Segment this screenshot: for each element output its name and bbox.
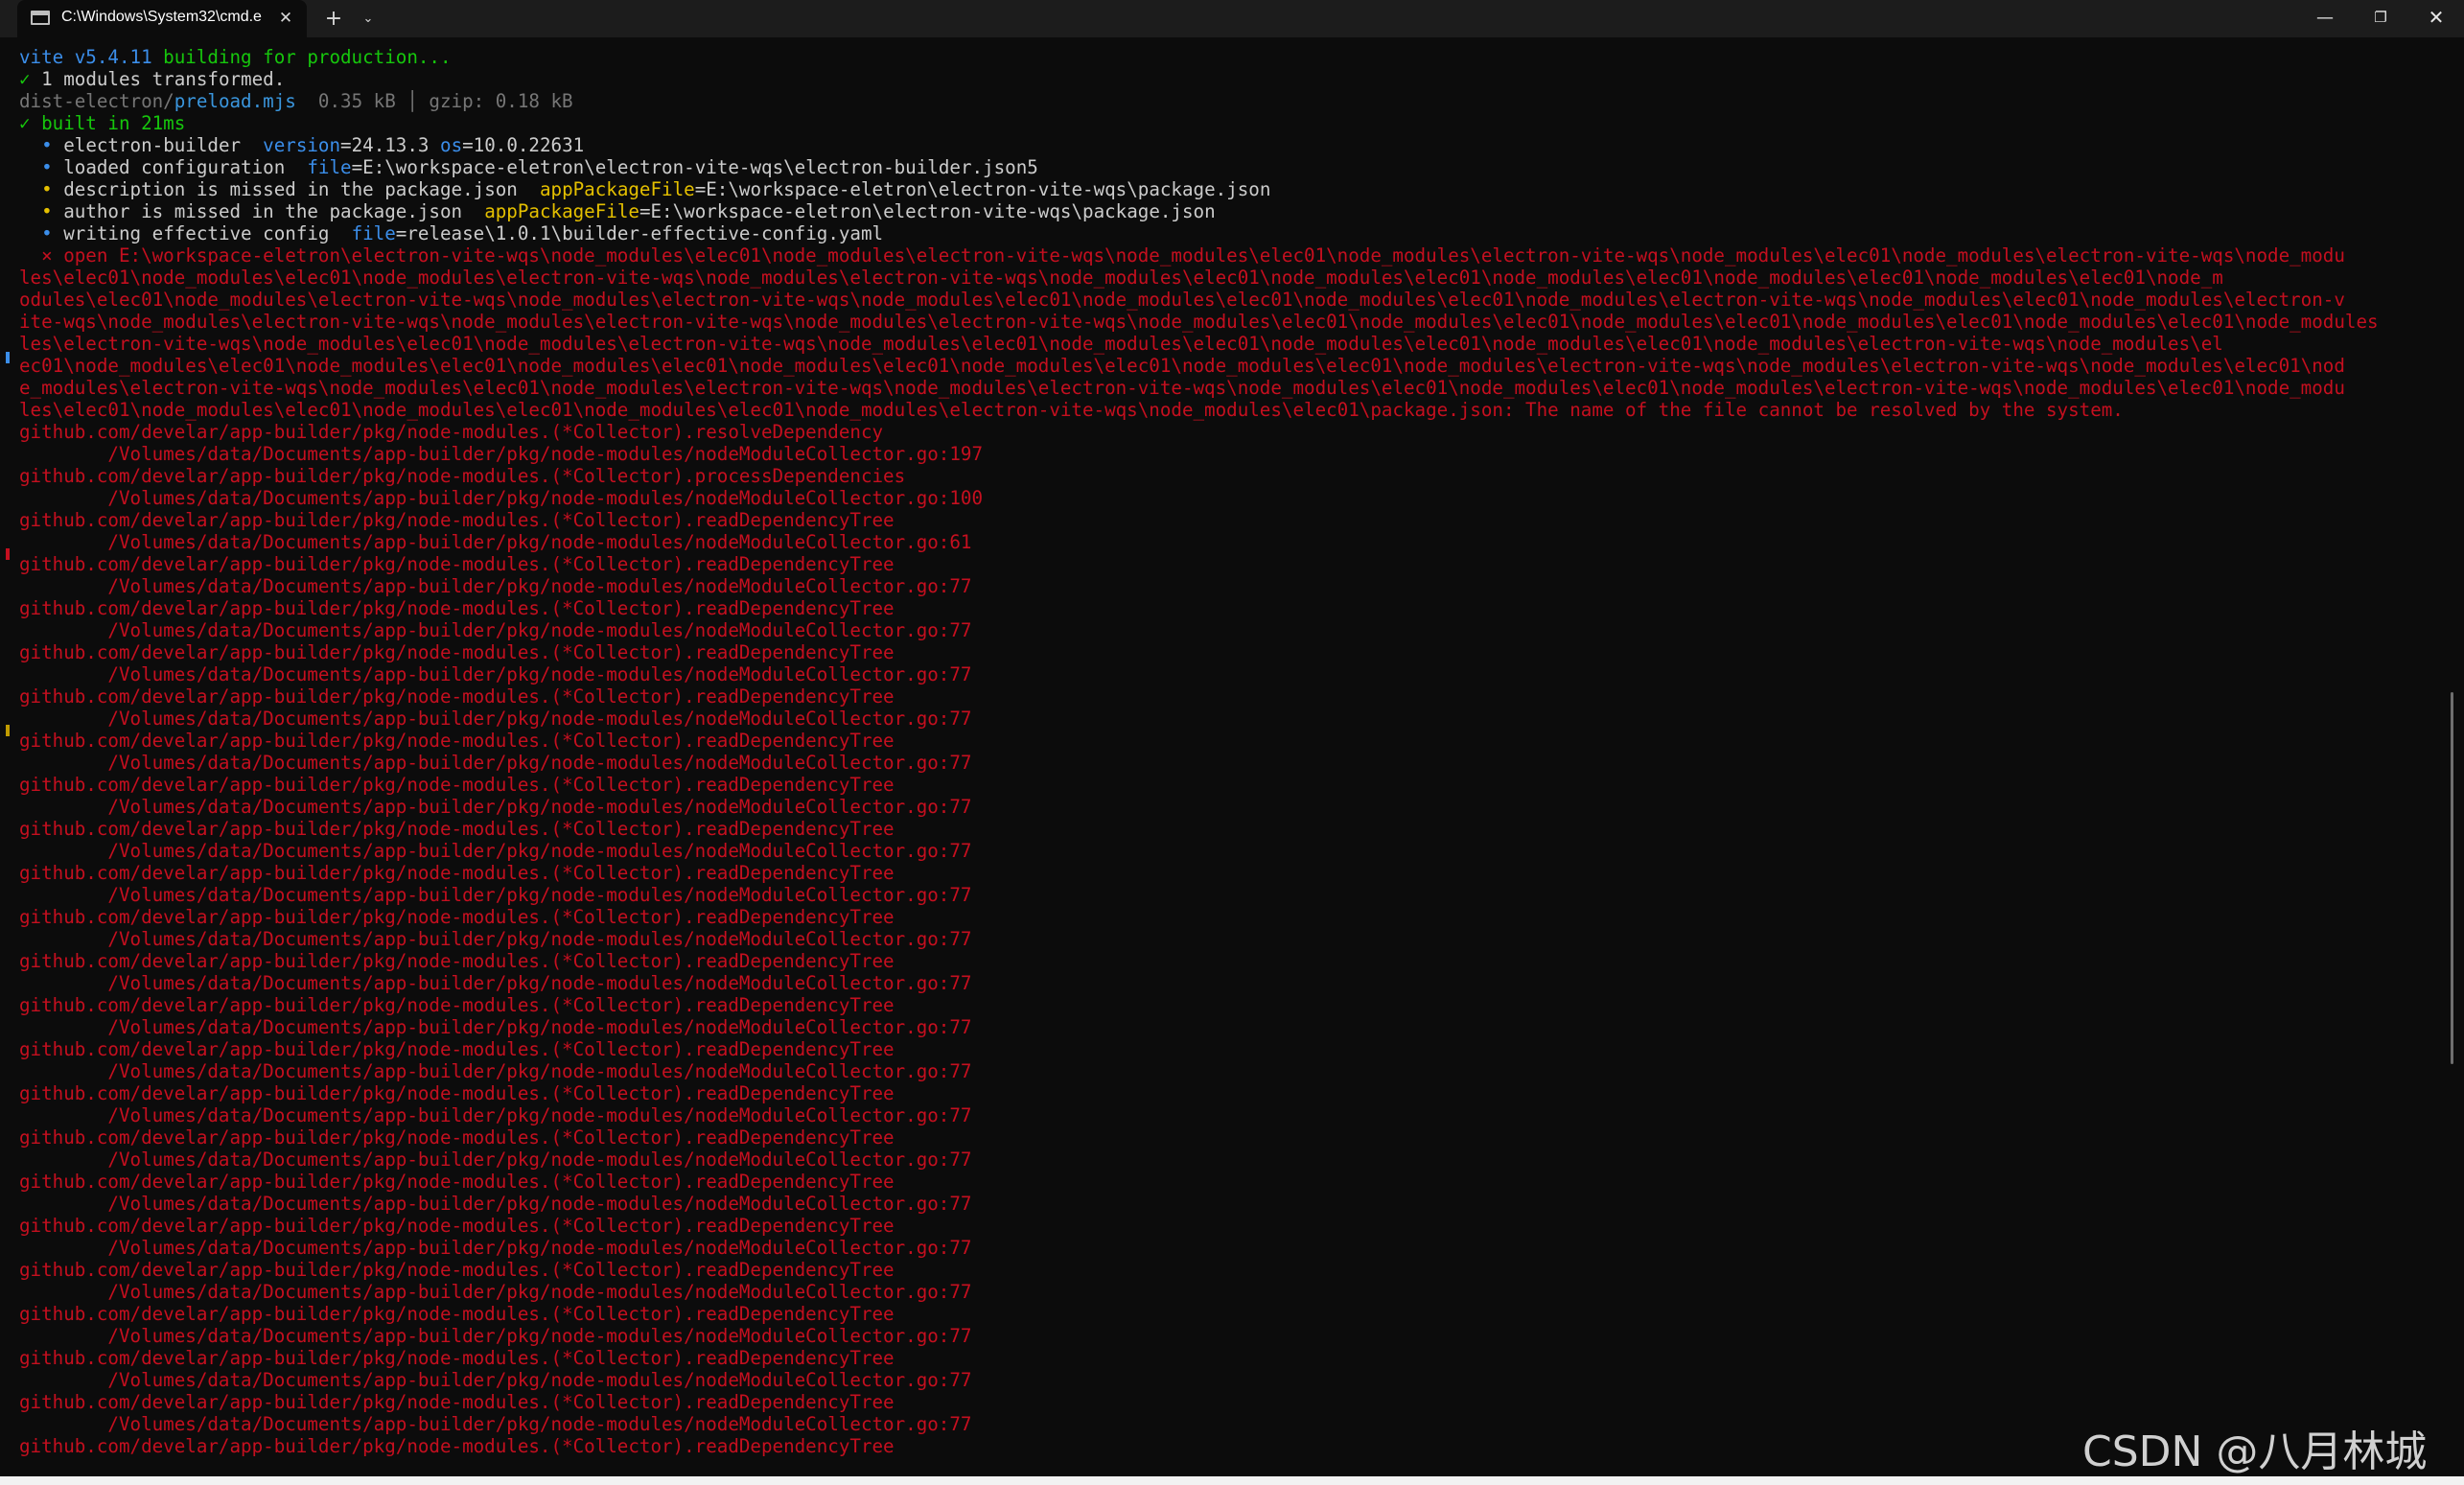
output-line: • electron-builder version=24.13.3 os=10… bbox=[41, 134, 585, 156]
cmd-icon bbox=[31, 11, 50, 25]
stack-location-line: /Volumes/data/Documents/app-builder/pkg/… bbox=[19, 663, 972, 685]
stack-function-line: github.com/develar/app-builder/pkg/node-… bbox=[19, 1303, 895, 1325]
error-line: ec01\node_modules\elec01\node_modules\el… bbox=[19, 355, 2345, 377]
stack-location-line: /Volumes/data/Documents/app-builder/pkg/… bbox=[19, 928, 972, 950]
stack-location-line: /Volumes/data/Documents/app-builder/pkg/… bbox=[19, 840, 972, 862]
tab-title: C:\Windows\System32\cmd.e bbox=[61, 9, 262, 25]
error-line: les\elec01\node_modules\elec01\node_modu… bbox=[19, 267, 2223, 289]
stack-location-line: /Volumes/data/Documents/app-builder/pkg/… bbox=[19, 1016, 972, 1038]
stack-function-line: github.com/develar/app-builder/pkg/node-… bbox=[19, 685, 895, 708]
output-line: • writing effective config file=release\… bbox=[41, 222, 884, 244]
stack-function-line: github.com/develar/app-builder/pkg/node-… bbox=[19, 1435, 895, 1457]
stack-function-line: github.com/develar/app-builder/pkg/node-… bbox=[19, 862, 895, 884]
error-line: ⨯ open E:\workspace-eletron\electron-vit… bbox=[19, 244, 2345, 267]
stack-function-line: github.com/develar/app-builder/pkg/node-… bbox=[19, 1126, 895, 1149]
stack-location-line: /Volumes/data/Documents/app-builder/pkg/… bbox=[19, 487, 984, 509]
scrollbar[interactable] bbox=[2451, 692, 2453, 1064]
title-bar: C:\Windows\System32\cmd.e ✕ + ⌄ — ❐ ✕ bbox=[0, 0, 2464, 37]
stack-location-line: /Volumes/data/Documents/app-builder/pkg/… bbox=[19, 796, 972, 818]
stack-function-line: github.com/develar/app-builder/pkg/node-… bbox=[19, 597, 895, 619]
stack-location-line: /Volumes/data/Documents/app-builder/pkg/… bbox=[19, 1369, 972, 1391]
stack-function-line: github.com/develar/app-builder/pkg/node-… bbox=[19, 1171, 895, 1193]
stack-function-line: github.com/develar/app-builder/pkg/node-… bbox=[19, 553, 895, 575]
stack-function-line: github.com/develar/app-builder/pkg/node-… bbox=[19, 465, 906, 487]
stack-location-line: /Volumes/data/Documents/app-builder/pkg/… bbox=[19, 1193, 972, 1215]
error-line: e_modules\electron-vite-wqs\node_modules… bbox=[19, 377, 2345, 399]
output-line: ✓ built in 21ms bbox=[19, 112, 186, 134]
output-line: vite v5.4.11 building for production... bbox=[19, 46, 452, 68]
stack-location-line: /Volumes/data/Documents/app-builder/pkg/… bbox=[19, 1413, 972, 1435]
watermark: CSDN @八月林城 bbox=[2082, 1427, 2428, 1476]
stack-function-line: github.com/develar/app-builder/pkg/node-… bbox=[19, 818, 895, 840]
output-line: dist-electron/preload.mjs 0.35 kB │ gzip… bbox=[19, 90, 573, 112]
stack-function-line: github.com/develar/app-builder/pkg/node-… bbox=[19, 421, 884, 443]
minimize-button[interactable]: — bbox=[2297, 0, 2353, 37]
stack-location-line: /Volumes/data/Documents/app-builder/pkg/… bbox=[19, 884, 972, 906]
stack-location-line: /Volumes/data/Documents/app-builder/pkg/… bbox=[19, 708, 972, 730]
scroll-mark bbox=[6, 352, 10, 363]
output-line: • author is missed in the package.json a… bbox=[41, 200, 1216, 222]
terminal-tab[interactable]: C:\Windows\System32\cmd.e ✕ bbox=[17, 0, 307, 37]
stack-function-line: github.com/develar/app-builder/pkg/node-… bbox=[19, 1215, 895, 1237]
stack-location-line: /Volumes/data/Documents/app-builder/pkg/… bbox=[19, 1325, 972, 1347]
stack-function-line: github.com/develar/app-builder/pkg/node-… bbox=[19, 774, 895, 796]
scroll-mark bbox=[6, 548, 10, 560]
stack-function-line: github.com/develar/app-builder/pkg/node-… bbox=[19, 641, 895, 663]
new-tab-button[interactable]: + bbox=[320, 6, 347, 33]
stack-function-line: github.com/develar/app-builder/pkg/node-… bbox=[19, 509, 895, 531]
error-line: odules\elec01\node_modules\electron-vite… bbox=[19, 289, 2345, 311]
output-line: ✓ 1 modules transformed. bbox=[19, 68, 286, 90]
close-window-button[interactable]: ✕ bbox=[2408, 0, 2464, 37]
scroll-mark bbox=[6, 725, 10, 736]
stack-function-line: github.com/develar/app-builder/pkg/node-… bbox=[19, 1391, 895, 1413]
stack-location-line: /Volumes/data/Documents/app-builder/pkg/… bbox=[19, 443, 984, 465]
terminal-output[interactable]: vite v5.4.11 building for production... … bbox=[19, 46, 2445, 1474]
stack-location-line: /Volumes/data/Documents/app-builder/pkg/… bbox=[19, 619, 972, 641]
stack-location-line: /Volumes/data/Documents/app-builder/pkg/… bbox=[19, 1281, 972, 1303]
stack-trace: github.com/develar/app-builder/pkg/node-… bbox=[19, 421, 2445, 1457]
stack-function-line: github.com/develar/app-builder/pkg/node-… bbox=[19, 950, 895, 972]
stack-location-line: /Volumes/data/Documents/app-builder/pkg/… bbox=[19, 575, 972, 597]
stack-location-line: /Volumes/data/Documents/app-builder/pkg/… bbox=[19, 1149, 972, 1171]
error-line: les\electron-vite-wqs\node_modules\elec0… bbox=[19, 333, 2223, 355]
stack-location-line: /Volumes/data/Documents/app-builder/pkg/… bbox=[19, 752, 972, 774]
stack-function-line: github.com/develar/app-builder/pkg/node-… bbox=[19, 1082, 895, 1104]
output-line: • description is missed in the package.j… bbox=[41, 178, 1271, 200]
stack-location-line: /Volumes/data/Documents/app-builder/pkg/… bbox=[19, 1104, 972, 1126]
stack-function-line: github.com/develar/app-builder/pkg/node-… bbox=[19, 730, 895, 752]
stack-function-line: github.com/develar/app-builder/pkg/node-… bbox=[19, 994, 895, 1016]
stack-location-line: /Volumes/data/Documents/app-builder/pkg/… bbox=[19, 1060, 972, 1082]
stack-function-line: github.com/develar/app-builder/pkg/node-… bbox=[19, 906, 895, 928]
maximize-button[interactable]: ❐ bbox=[2353, 0, 2408, 37]
stack-function-line: github.com/develar/app-builder/pkg/node-… bbox=[19, 1038, 895, 1060]
chevron-down-icon[interactable]: ⌄ bbox=[357, 6, 380, 33]
bottom-edge bbox=[0, 1476, 2464, 1485]
stack-function-line: github.com/develar/app-builder/pkg/node-… bbox=[19, 1347, 895, 1369]
output-line: • loaded configuration file=E:\workspace… bbox=[41, 156, 1038, 178]
close-tab-icon[interactable]: ✕ bbox=[274, 6, 297, 31]
stack-location-line: /Volumes/data/Documents/app-builder/pkg/… bbox=[19, 1237, 972, 1259]
stack-function-line: github.com/develar/app-builder/pkg/node-… bbox=[19, 1259, 895, 1281]
stack-location-line: /Volumes/data/Documents/app-builder/pkg/… bbox=[19, 972, 972, 994]
stack-location-line: /Volumes/data/Documents/app-builder/pkg/… bbox=[19, 531, 972, 553]
error-line: ite-wqs\node_modules\electron-vite-wqs\n… bbox=[19, 311, 2379, 333]
error-line: les\elec01\node_modules\elec01\node_modu… bbox=[19, 399, 2124, 421]
